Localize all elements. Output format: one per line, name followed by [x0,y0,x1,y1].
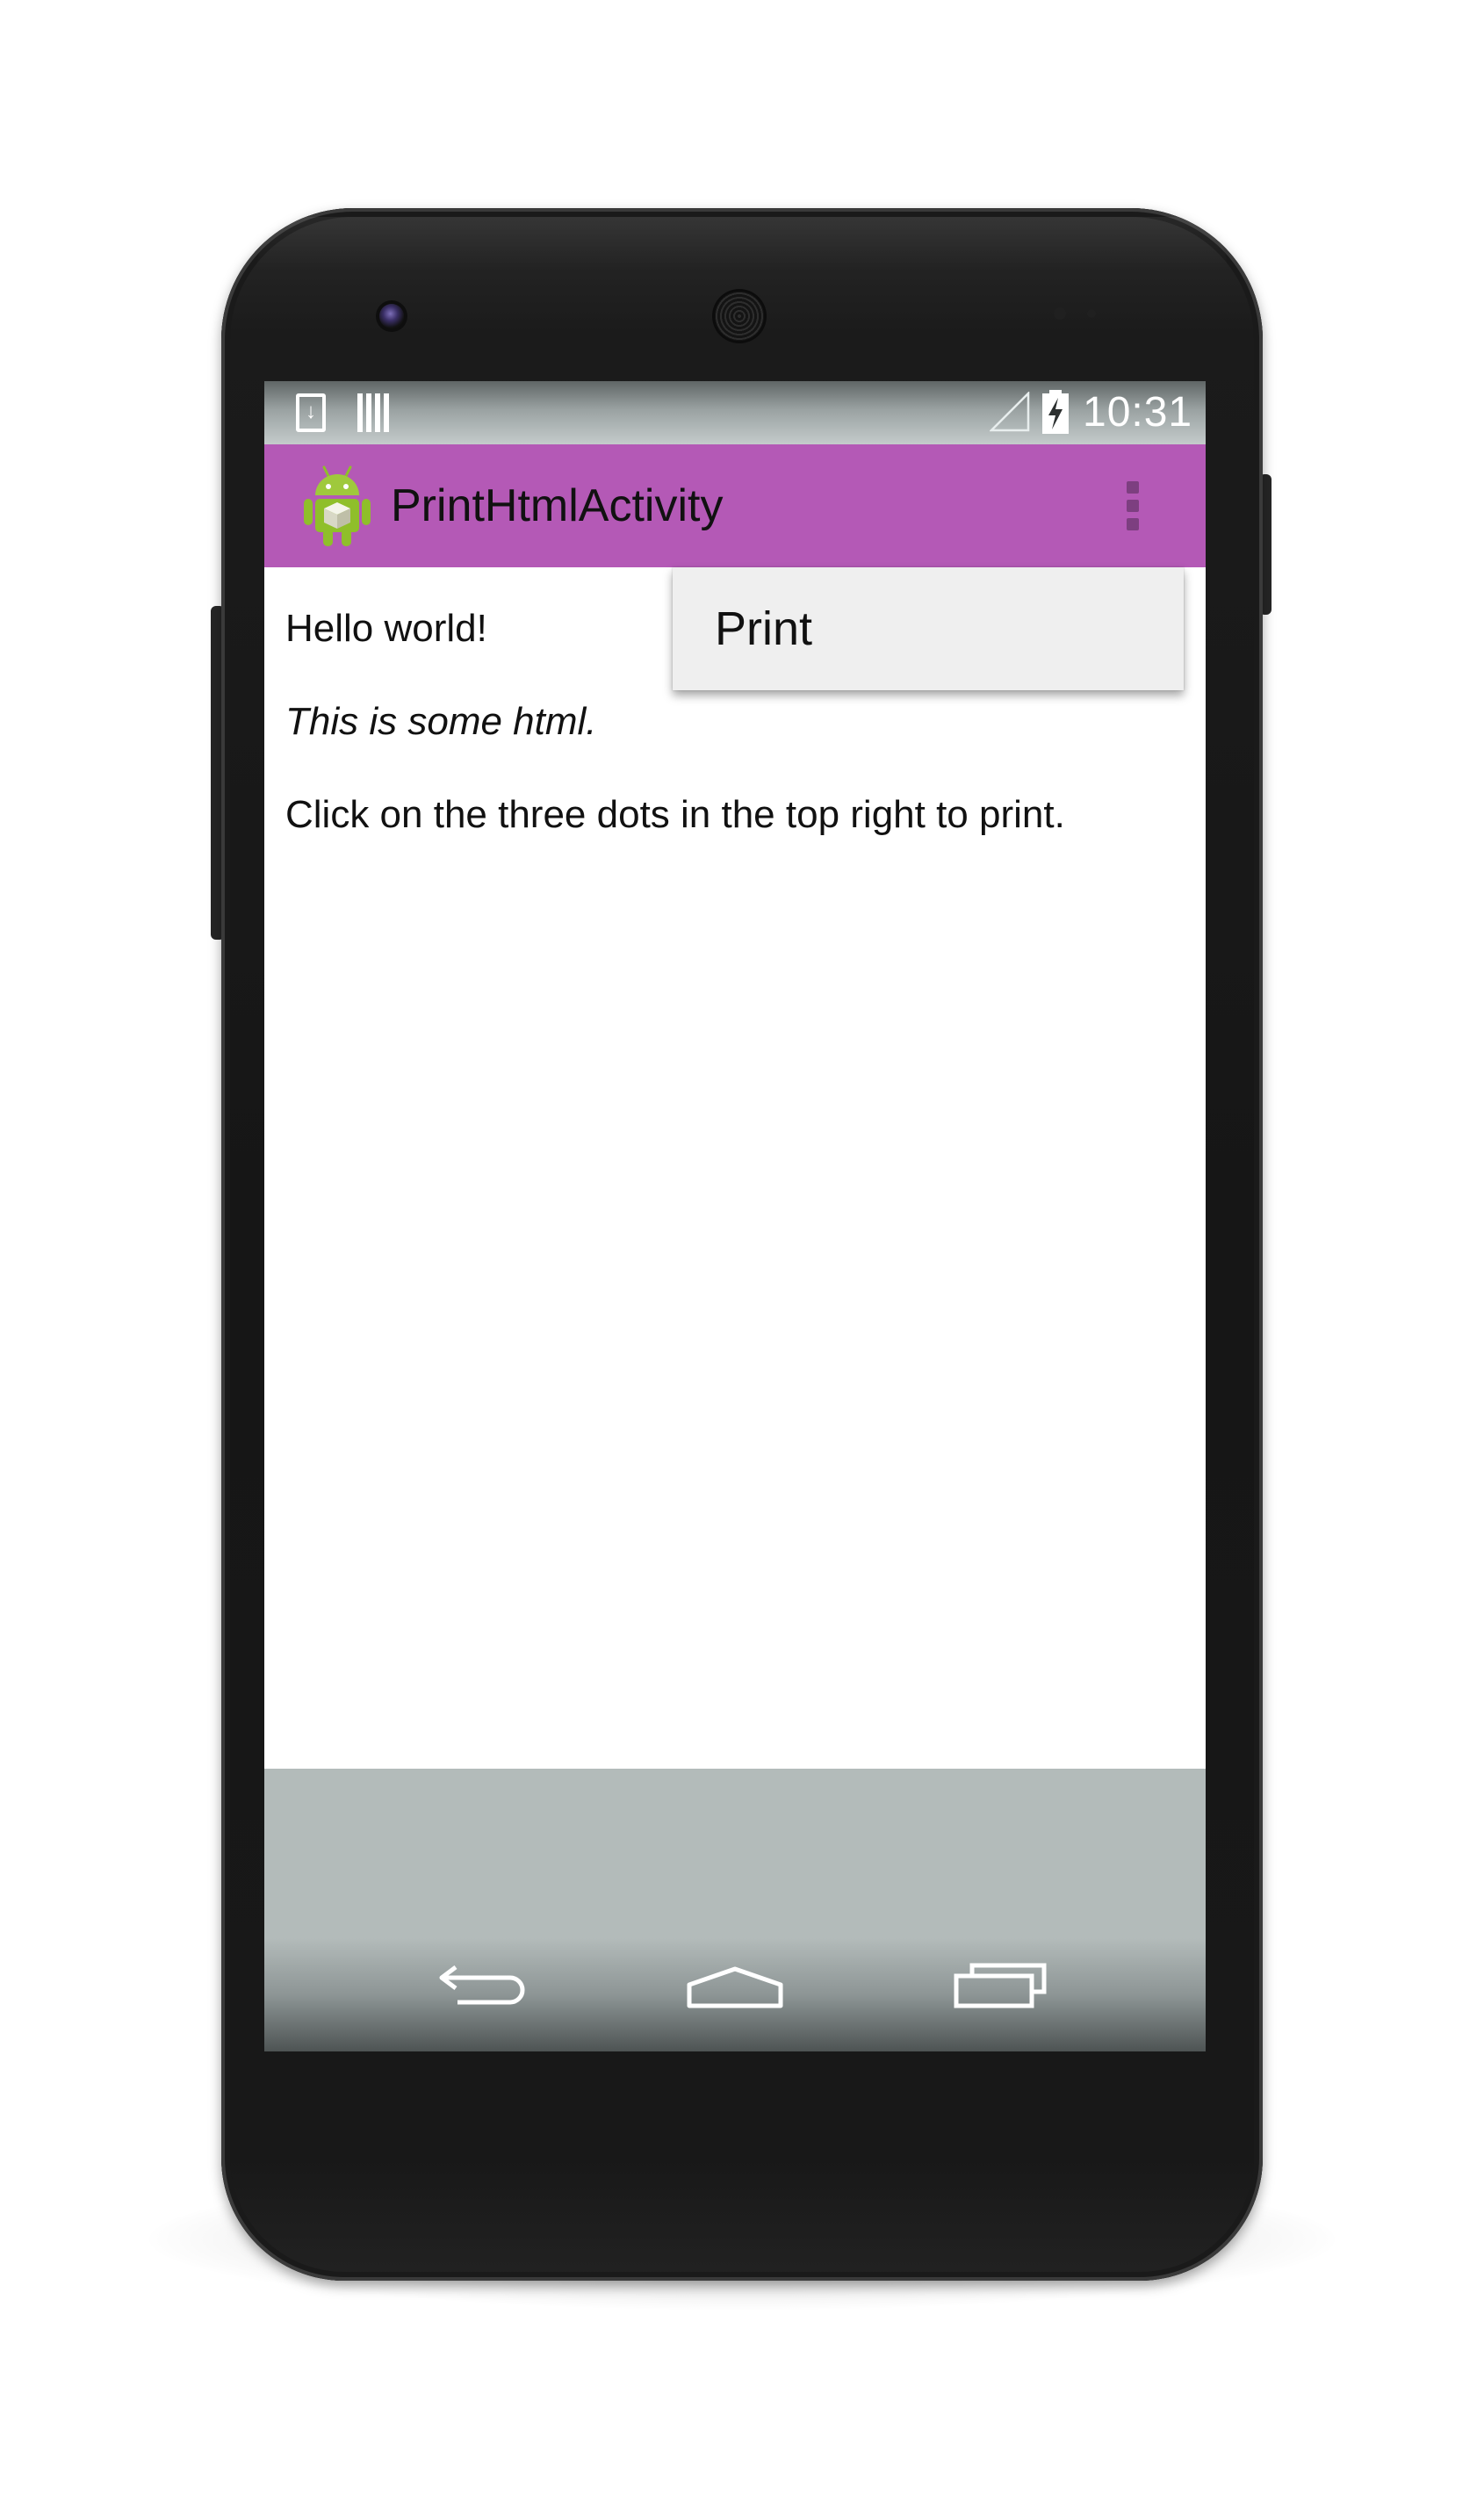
overflow-dot [1127,500,1139,512]
menu-item-print[interactable]: Print [673,567,1184,690]
menu-item-label: Print [715,602,813,655]
home-icon[interactable] [682,1953,788,2023]
overflow-menu-icon[interactable] [1107,471,1160,541]
instruction-text: Click on the three dots in the top right… [285,793,1065,836]
html-text: This is some html. [285,700,597,743]
recent-apps-icon[interactable] [946,1953,1051,2023]
back-icon[interactable] [422,1953,528,2023]
signal-icon [990,392,1030,432]
navigation-bar [264,1769,1206,2051]
overflow-menu-popup: Print [673,567,1184,690]
overflow-dot [1127,518,1139,530]
light-sensor-icon [1087,309,1096,318]
hello-text: Hello world! [285,607,487,650]
battery-charging-icon [1042,390,1069,434]
download-notification-icon: ↓ [296,393,326,432]
action-bar: PrintHtmlActivity [264,444,1206,567]
app-title: PrintHtmlActivity [391,480,724,531]
status-bar: ↓ 10:31 [264,381,1206,444]
phone-bezel-highlight [256,217,1228,270]
barcode-notification-icon [357,393,391,432]
page: ↓ 10:31 PrintHtmlActivity Hello world! T… [0,0,1484,2509]
webview-content: Hello world! This is some html. Click on… [264,567,1206,1769]
android-robot-icon[interactable] [299,464,375,548]
earpiece-speaker-icon [715,292,764,341]
overflow-dot [1127,481,1139,494]
screen: ↓ 10:31 PrintHtmlActivity Hello world! T… [264,381,1206,2051]
clock: 10:31 [1083,389,1193,436]
front-camera-icon [379,304,404,328]
proximity-sensor-icon [1054,307,1066,320]
